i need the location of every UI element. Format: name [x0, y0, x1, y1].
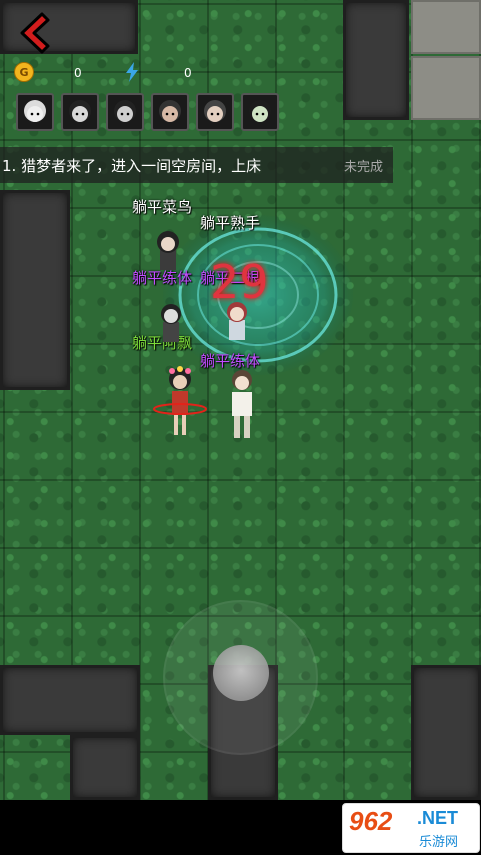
player-character[interactable] [150, 228, 186, 276]
chevron-left-icon [20, 12, 50, 54]
coin-counter: G [14, 62, 34, 82]
player-character[interactable] [222, 368, 262, 444]
joystick-knob[interactable] [213, 645, 269, 701]
player-avatar[interactable] [16, 93, 54, 131]
player-avatar[interactable] [61, 93, 99, 131]
player-avatar[interactable] [196, 93, 234, 131]
stone-floor [411, 0, 481, 54]
player-name: 躺平熟手 [200, 214, 261, 232]
coin-count: 0 [74, 66, 82, 80]
lightning-icon [126, 62, 138, 82]
avatar-face-icon [249, 100, 271, 122]
avatar-face-icon [159, 100, 181, 122]
back-button[interactable] [14, 10, 54, 56]
avatar-face-icon [69, 100, 91, 122]
wall-block [0, 665, 140, 735]
player-character[interactable] [220, 298, 254, 346]
site-watermark-logo: 962 .NET 乐游网 [342, 803, 480, 853]
task-status: 未完成 [343, 159, 383, 175]
energy-count: 0 [184, 66, 192, 80]
avatar-face-icon [24, 100, 46, 122]
wall-block [343, 0, 409, 120]
game-map: G 0 0 1. 猎梦者来了，进入一间空房间，上床 未完成 躺平菜鸟 躺平熟手 … [0, 0, 481, 800]
coin-icon: G [14, 62, 34, 82]
wall-block [411, 665, 481, 800]
player-character[interactable] [154, 300, 188, 348]
task-banner[interactable]: 1. 猎梦者来了，进入一间空房间，上床 未完成 [0, 147, 393, 183]
avatar-face-icon [114, 100, 136, 122]
player-avatar[interactable] [106, 93, 144, 131]
wall-block [70, 735, 140, 800]
watermark-number: 962 [349, 806, 393, 836]
watermark-sub: 乐游网 [419, 835, 459, 850]
player-avatar[interactable] [241, 93, 279, 131]
task-text: 1. 猎梦者来了，进入一间空房间，上床 [2, 156, 262, 175]
player-character[interactable] [152, 365, 208, 445]
stone-floor [411, 56, 481, 120]
watermark-net: .NET [417, 808, 459, 828]
wall-block [0, 190, 70, 390]
player-avatar-list [16, 93, 279, 131]
player-avatar[interactable] [151, 93, 189, 131]
player-name: 躺平菜鸟 [132, 198, 193, 216]
avatar-face-icon [204, 100, 226, 122]
